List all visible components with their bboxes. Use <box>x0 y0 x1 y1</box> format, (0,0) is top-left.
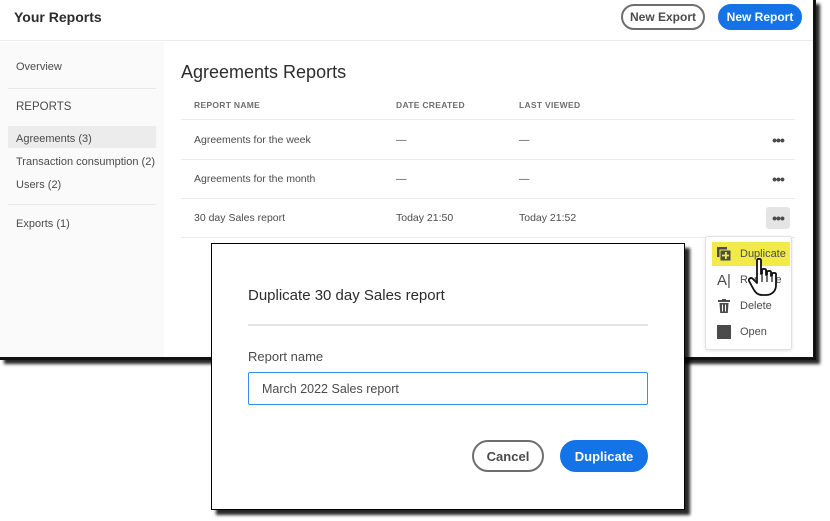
new-report-button[interactable]: New Report <box>718 4 802 30</box>
sidebar-item-agreements[interactable]: Agreements (3) <box>16 133 92 145</box>
column-header-report-name[interactable]: REPORT NAME <box>194 100 260 110</box>
sidebar-item-users[interactable]: Users (2) <box>16 179 61 191</box>
page-title: Agreements Reports <box>181 62 347 82</box>
app-title: Your Reports <box>14 9 102 25</box>
cancel-button[interactable]: Cancel <box>472 440 544 472</box>
sidebar-item-exports[interactable]: Exports (1) <box>16 218 70 230</box>
report-name[interactable]: Agreements for the month <box>194 173 315 185</box>
trash-icon <box>716 298 732 314</box>
dialog-title: Duplicate 30 day Sales report <box>248 287 445 304</box>
dialog-divider <box>248 324 648 326</box>
table-divider <box>181 198 795 199</box>
more-actions-button[interactable]: ••• <box>766 168 790 190</box>
new-export-button[interactable]: New Export <box>621 4 705 30</box>
sidebar-divider <box>8 204 156 205</box>
menu-item-open[interactable]: Open <box>712 320 790 344</box>
sidebar-item-transaction-consumption[interactable]: Transaction consumption (2) <box>16 156 155 168</box>
more-actions-button[interactable]: ••• <box>766 129 790 151</box>
last-viewed: — <box>519 173 530 185</box>
column-header-date-created[interactable]: DATE CREATED <box>396 100 465 110</box>
last-viewed: — <box>519 134 530 146</box>
rename-icon: A| <box>717 271 731 289</box>
report-name[interactable]: Agreements for the week <box>194 134 311 146</box>
report-name[interactable]: 30 day Sales report <box>194 212 285 224</box>
date-created: Today 21:50 <box>396 212 454 224</box>
sidebar-item-overview[interactable]: Overview <box>16 61 62 73</box>
duplicate-dialog: Duplicate 30 day Sales report Report nam… <box>211 243 685 510</box>
table-divider <box>181 119 795 120</box>
report-name-input[interactable] <box>248 372 648 405</box>
report-name-label: Report name <box>248 349 324 364</box>
sidebar-divider <box>8 88 156 89</box>
duplicate-button[interactable]: Duplicate <box>560 440 648 472</box>
duplicate-icon <box>716 246 732 262</box>
sidebar: Overview REPORTS Agreements (3) Transact… <box>0 42 164 357</box>
date-created: — <box>396 173 407 185</box>
hand-cursor-icon <box>748 258 777 296</box>
table-divider <box>181 159 795 160</box>
column-header-last-viewed[interactable]: LAST VIEWED <box>519 100 580 110</box>
more-actions-button[interactable]: ••• <box>766 207 790 229</box>
menu-item-label: Open <box>740 326 767 338</box>
menu-item-label: Delete <box>740 300 772 312</box>
app-header: Your Reports New Export New Report <box>0 0 813 41</box>
open-icon <box>716 324 732 340</box>
table-divider <box>181 237 795 238</box>
sidebar-section-reports: REPORTS <box>16 101 72 113</box>
date-created: — <box>396 134 407 146</box>
last-viewed: Today 21:52 <box>519 212 577 224</box>
